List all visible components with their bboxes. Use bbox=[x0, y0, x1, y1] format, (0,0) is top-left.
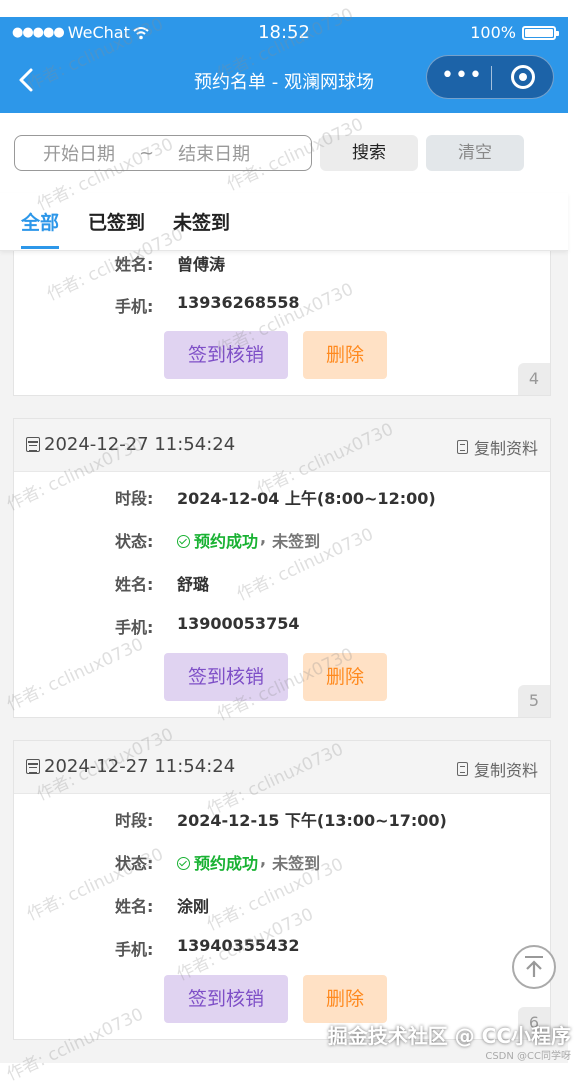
period-value: 2024-12-15 下午(13:00~17:00) bbox=[177, 811, 447, 830]
booking-card: 2024-12-27 11:54:24 复制资料 时段: 2024-12-15 下… bbox=[13, 740, 551, 1040]
status-row: 状态: 预约成功, 未签到 bbox=[115, 528, 320, 552]
delete-button[interactable]: 删除 bbox=[303, 331, 387, 379]
date-separator: ~ bbox=[139, 142, 155, 164]
tab-checked-in[interactable]: 已签到 bbox=[88, 208, 145, 235]
period-row: 时段: 2024-12-15 下午(13:00~17:00) bbox=[115, 807, 447, 831]
copy-info-button[interactable]: 复制资料 bbox=[456, 757, 538, 781]
check-circle-icon bbox=[177, 857, 190, 870]
datetime-text: 2024-12-27 11:54:24 bbox=[44, 434, 236, 455]
period-label: 时段: bbox=[115, 811, 154, 830]
delete-button[interactable]: 删除 bbox=[303, 975, 387, 1023]
date-range-picker[interactable]: 开始日期 ~ 结束日期 bbox=[14, 135, 312, 171]
arrow-up-icon bbox=[525, 956, 543, 977]
status-success: 预约成功 bbox=[177, 850, 258, 874]
checkin-button[interactable]: 签到核销 bbox=[164, 653, 288, 701]
name-label: 姓名: bbox=[115, 575, 154, 594]
checkin-button[interactable]: 签到核销 bbox=[164, 331, 288, 379]
tab-not-checked-in[interactable]: 未签到 bbox=[173, 208, 230, 235]
tab-all[interactable]: 全部 bbox=[21, 208, 60, 249]
battery-icon bbox=[522, 25, 559, 40]
checkin-button[interactable]: 签到核销 bbox=[164, 975, 288, 1023]
phone-row: 手机: 13940355432 bbox=[115, 936, 299, 960]
document-icon bbox=[456, 762, 468, 776]
phone-value: 13936268558 bbox=[177, 293, 300, 312]
name-row: 姓名: 涂刚 bbox=[115, 893, 209, 917]
capsule-divider bbox=[491, 66, 492, 90]
name-value: 舒璐 bbox=[177, 575, 210, 594]
footer-credit: 掘金技术社区 @ CC小程序 bbox=[327, 1024, 571, 1048]
clear-button[interactable]: 清空 bbox=[426, 135, 524, 171]
nav-bar: 预约名单 - 观澜网球场 ••• bbox=[0, 49, 568, 113]
end-date-field[interactable]: 结束日期 bbox=[178, 140, 250, 166]
copy-info-button[interactable]: 复制资料 bbox=[456, 435, 538, 459]
card-index-badge: 5 bbox=[518, 685, 550, 717]
status-bar: ●●●●● WeChat 18:52 100% bbox=[0, 17, 568, 49]
search-button[interactable]: 搜索 bbox=[320, 135, 418, 171]
card-header: 2024-12-27 11:54:24 复制资料 bbox=[14, 419, 550, 472]
phone-label: 手机: bbox=[115, 618, 154, 637]
close-miniprogram-icon[interactable] bbox=[511, 65, 535, 89]
status-label: 状态: bbox=[115, 854, 154, 873]
active-tab-indicator bbox=[21, 246, 60, 249]
calendar-icon bbox=[26, 759, 40, 774]
phone-label: 手机: bbox=[115, 297, 154, 316]
phone-row: 手机: 13900053754 bbox=[115, 614, 299, 638]
name-label: 姓名: bbox=[115, 897, 154, 916]
csdn-credit: CSDN @CC同学呀 bbox=[485, 1051, 571, 1062]
more-menu-icon[interactable]: ••• bbox=[441, 65, 483, 87]
datetime-text: 2024-12-27 11:54:24 bbox=[44, 756, 236, 777]
status-success-text: 预约成功 bbox=[194, 854, 259, 873]
copy-label: 复制资料 bbox=[473, 439, 538, 458]
status-label: 状态: bbox=[115, 532, 154, 551]
phone-label: 手机: bbox=[115, 940, 154, 959]
search-bar: 开始日期 ~ 结束日期 搜索 清空 bbox=[0, 113, 568, 193]
period-row: 时段: 2024-12-04 上午(8:00~12:00) bbox=[115, 485, 436, 509]
checkin-status: 未签到 bbox=[272, 854, 321, 873]
battery-percent: 100% bbox=[470, 23, 516, 42]
name-label: 姓名: bbox=[115, 255, 154, 274]
checkin-status: 未签到 bbox=[272, 532, 321, 551]
miniprogram-capsule: ••• bbox=[426, 55, 554, 99]
name-row: 姓名: 曾傅涛 bbox=[115, 251, 225, 275]
document-icon bbox=[456, 440, 468, 454]
status-separator: , bbox=[260, 528, 267, 547]
name-value: 涂刚 bbox=[177, 897, 210, 916]
tab-all-label: 全部 bbox=[21, 212, 60, 234]
period-value: 2024-12-04 上午(8:00~12:00) bbox=[177, 489, 436, 508]
name-value: 曾傅涛 bbox=[177, 255, 226, 274]
booking-card: 2024-12-27 11:54:24 复制资料 时段: 2024-12-04 上… bbox=[13, 418, 551, 718]
phone-value: 13940355432 bbox=[177, 936, 300, 955]
period-label: 时段: bbox=[115, 489, 154, 508]
phone-row: 手机: 13936268558 bbox=[115, 293, 299, 317]
start-date-field[interactable]: 开始日期 bbox=[43, 140, 115, 166]
calendar-icon bbox=[26, 437, 40, 452]
booking-card: 姓名: 曾傅涛 手机: 13936268558 签到核销 删除 4 bbox=[13, 250, 551, 396]
booking-datetime: 2024-12-27 11:54:24 bbox=[26, 756, 235, 777]
status-success-text: 预约成功 bbox=[194, 532, 259, 551]
status-separator: , bbox=[260, 850, 267, 869]
card-index-badge: 4 bbox=[518, 363, 550, 395]
status-row: 状态: 预约成功, 未签到 bbox=[115, 850, 320, 874]
check-circle-icon bbox=[177, 535, 190, 548]
copy-label: 复制资料 bbox=[473, 761, 538, 780]
booking-datetime: 2024-12-27 11:54:24 bbox=[26, 434, 235, 455]
scroll-to-top-button[interactable] bbox=[512, 945, 556, 989]
card-header: 2024-12-27 11:54:24 复制资料 bbox=[14, 741, 550, 794]
filter-tabs: 全部 已签到 未签到 bbox=[0, 193, 568, 251]
phone-value: 13900053754 bbox=[177, 614, 300, 633]
status-success: 预约成功 bbox=[177, 528, 258, 552]
name-row: 姓名: 舒璐 bbox=[115, 571, 209, 595]
booking-list[interactable]: 姓名: 曾傅涛 手机: 13936268558 签到核销 删除 4 2024-12-… bbox=[0, 250, 568, 1063]
delete-button[interactable]: 删除 bbox=[303, 653, 387, 701]
